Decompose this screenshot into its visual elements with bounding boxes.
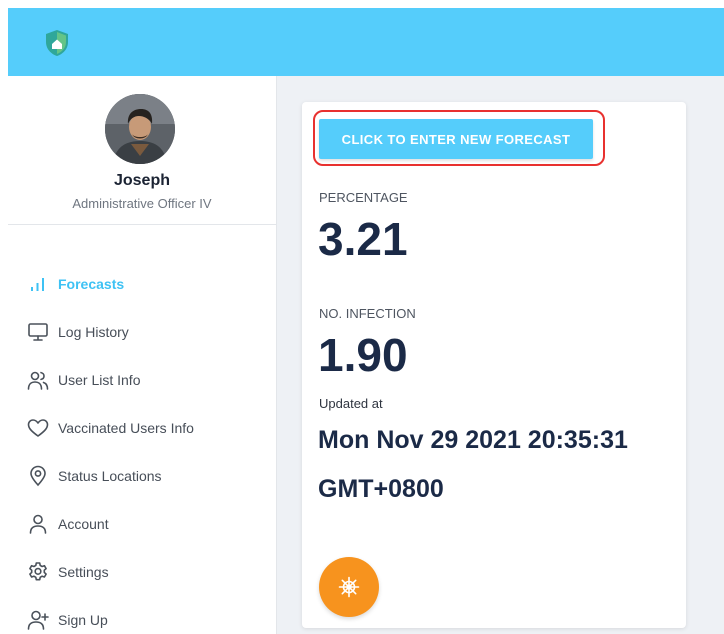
sidebar-item-label: Account	[58, 516, 109, 532]
forecast-card: CLICK TO ENTER NEW FORECAST PERCENTAGE 3…	[302, 102, 686, 628]
sidebar: Joseph Administrative Officer IV Forecas…	[8, 76, 277, 634]
ship-wheel-icon	[338, 576, 360, 598]
ship-wheel-button[interactable]	[319, 557, 379, 617]
user-name: Joseph	[113, 172, 170, 189]
bar-chart-icon	[26, 272, 50, 296]
app-frame: Joseph Administrative Officer IV Forecas…	[8, 8, 724, 634]
top-bar	[8, 8, 724, 76]
infection-label: NO. INFECTION	[319, 306, 416, 321]
monitor-icon	[26, 320, 50, 344]
gear-icon	[26, 560, 50, 584]
user-role: Administrative Officer IV	[72, 196, 212, 211]
sidebar-divider	[8, 224, 276, 225]
sidebar-item-vaccinated-users-info[interactable]: Vaccinated Users Info	[26, 413, 194, 443]
updated-at-label: Updated at	[319, 396, 383, 411]
sidebar-item-log-history[interactable]: Log History	[26, 317, 129, 347]
sidebar-item-forecasts[interactable]: Forecasts	[26, 269, 124, 299]
sidebar-item-label: Log History	[58, 324, 129, 340]
users-icon	[26, 368, 50, 392]
percentage-label: PERCENTAGE	[319, 190, 408, 205]
shield-logo-icon[interactable]	[44, 28, 70, 58]
avatar[interactable]	[105, 94, 175, 164]
sidebar-item-label: Settings	[58, 564, 109, 580]
sidebar-item-account[interactable]: Account	[26, 509, 109, 539]
add-user-icon	[26, 608, 50, 632]
location-pin-icon	[26, 464, 50, 488]
infection-value: 1.90	[318, 329, 408, 381]
percentage-value: 3.21	[318, 213, 408, 265]
sidebar-item-label: Forecasts	[58, 276, 125, 292]
heart-icon	[26, 416, 50, 440]
sidebar-item-label: Vaccinated Users Info	[58, 420, 194, 436]
sidebar-item-label: User List Info	[58, 372, 141, 388]
sidebar-item-status-locations[interactable]: Status Locations	[26, 461, 162, 491]
sidebar-item-label: Status Locations	[58, 468, 162, 484]
person-icon	[26, 512, 50, 536]
sidebar-item-settings[interactable]: Settings	[26, 557, 109, 587]
sidebar-item-user-list-info[interactable]: User List Info	[26, 365, 140, 395]
sidebar-item-sign-up[interactable]: Sign Up	[26, 605, 108, 634]
sidebar-item-label: Sign Up	[58, 612, 108, 628]
updated-at-value: Mon Nov 29 2021 20:35:31 GMT+0800	[318, 426, 628, 503]
enter-new-forecast-button[interactable]: CLICK TO ENTER NEW FORECAST	[319, 119, 593, 159]
